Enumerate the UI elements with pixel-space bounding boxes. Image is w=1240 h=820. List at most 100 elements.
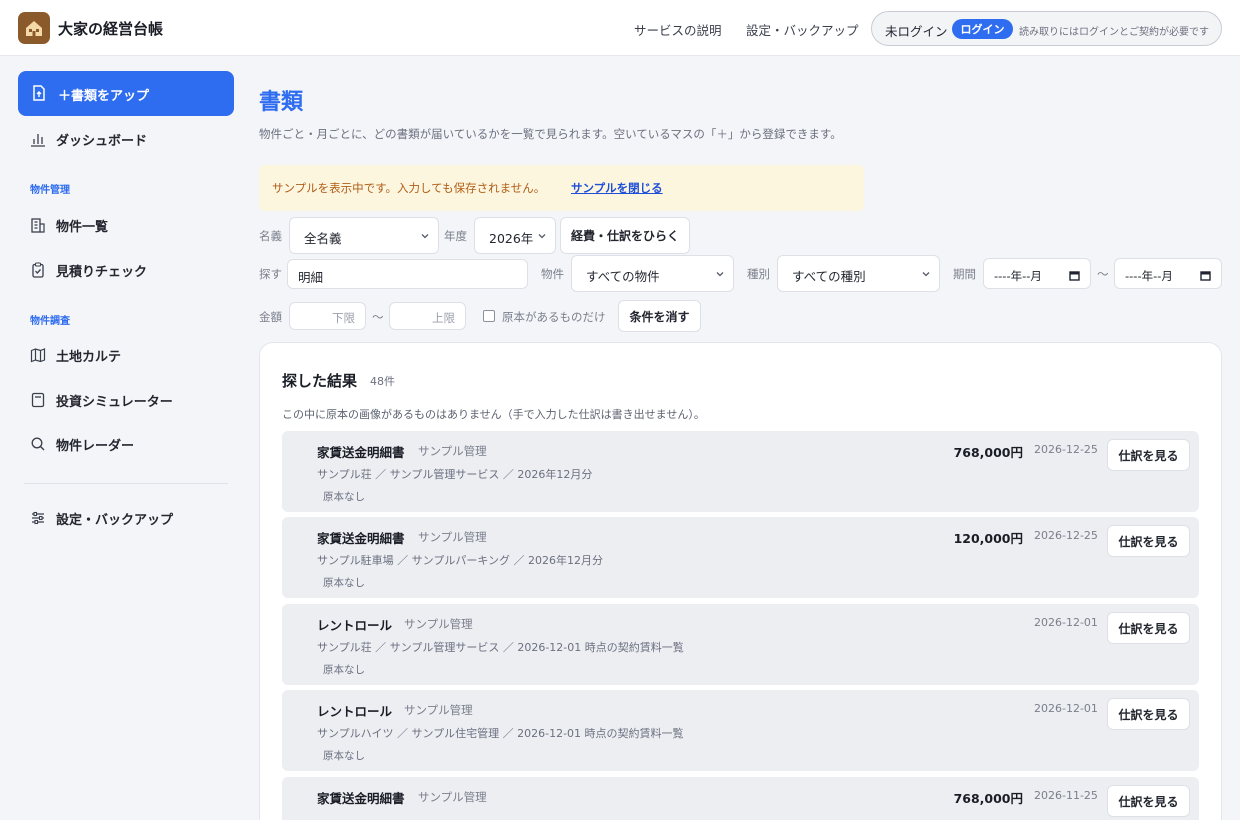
result-row[interactable]: レントロール サンプル管理 サンプル荘 ／ サンプル管理サービス ／ 2026-…: [282, 604, 1199, 685]
sidebar-item-label: 設定・バックアップ: [56, 513, 174, 528]
search-icon: [30, 436, 46, 456]
document-type: 家賃送金明細書: [317, 791, 405, 806]
property-filter-label: 物件: [541, 267, 564, 281]
amount-filter-label: 金額: [259, 310, 282, 324]
original-status: 原本なし: [323, 577, 365, 589]
document-date: 2026-11-25: [1034, 789, 1098, 802]
sidebar-section-property-research: 物件調査: [30, 316, 70, 327]
sidebar-item-property-list[interactable]: 物件一覧: [18, 208, 234, 242]
results-title: 探した結果: [282, 372, 358, 390]
period-from-input[interactable]: ----年--月: [983, 258, 1091, 289]
amount-max-input[interactable]: 上限: [389, 302, 466, 330]
document-type: レントロール: [317, 704, 393, 719]
property-select[interactable]: すべての物件: [571, 255, 734, 292]
period-tilde: 〜: [1097, 267, 1109, 281]
sidebar-item-dashboard[interactable]: ダッシュボード: [18, 122, 234, 156]
bar-chart-icon: [30, 131, 46, 151]
document-detail: サンプル荘 ／ サンプル管理サービス ／ 2026年12月分: [317, 468, 593, 481]
app-header: 大家の経営台帳 サービスの説明 設定・バックアップ 未ログイン ログイン 読み取…: [0, 0, 1240, 56]
sample-notice-banner: サンプルを表示中です。入力しても保存されません。 サンプルを閉じる: [259, 165, 864, 211]
document-type: 家賃送金明細書: [317, 531, 405, 546]
chevron-down-icon: [537, 229, 547, 244]
document-date: 2026-12-25: [1034, 529, 1098, 542]
sidebar-item-label: ダッシュボード: [56, 134, 148, 149]
house-logo-icon[interactable]: [18, 12, 50, 44]
sliders-icon: [30, 510, 46, 530]
original-status: 原本なし: [323, 750, 365, 762]
name-select[interactable]: 全名義: [289, 217, 439, 254]
chevron-down-icon: [420, 229, 430, 244]
amount-min-input[interactable]: 下限: [289, 302, 366, 330]
calculator-icon: [30, 392, 46, 412]
clear-filters-button[interactable]: 条件を消す: [618, 300, 701, 332]
year-select[interactable]: 2026年: [474, 217, 556, 254]
period-to-input[interactable]: ----年--月: [1114, 258, 1222, 289]
sidebar-item-land-record[interactable]: 土地カルテ: [18, 338, 234, 372]
year-filter-label: 年度: [444, 229, 467, 243]
document-issuer: サンプル管理: [404, 617, 473, 631]
period-filter-label: 期間: [953, 267, 976, 281]
page-title: 書類: [259, 90, 304, 115]
amount-tilde: 〜: [372, 310, 384, 324]
search-input[interactable]: 明細: [287, 259, 528, 289]
document-detail: サンプルハイツ ／ サンプル住宅管理 ／ 2026-12-01 時点の契約賃料一…: [317, 727, 684, 740]
sidebar-item-label: 物件一覧: [56, 220, 109, 235]
document-type: 家賃送金明細書: [317, 445, 405, 460]
calendar-icon[interactable]: [1200, 269, 1211, 284]
type-filter-label: 種別: [747, 267, 770, 281]
document-issuer: サンプル管理: [418, 790, 487, 804]
map-icon: [30, 347, 46, 367]
result-row[interactable]: レントロール サンプル管理 サンプルハイツ ／ サンプル住宅管理 ／ 2026-…: [282, 690, 1199, 771]
result-row[interactable]: 家賃送金明細書 サンプル管理 サンプル駐車場 ／ サンプルパーキング ／ 202…: [282, 517, 1199, 598]
type-select-value: すべての種別: [792, 269, 866, 284]
result-row[interactable]: 家賃送金明細書 サンプル管理 768,000円 2026-11-25 仕訳を見る: [282, 777, 1199, 820]
document-amount: 768,000円: [953, 445, 1023, 460]
document-amount: 120,000円: [953, 531, 1023, 546]
upload-file-icon: [32, 85, 46, 105]
chevron-down-icon: [715, 267, 725, 282]
document-detail: サンプル駐車場 ／ サンプルパーキング ／ 2026年12月分: [317, 554, 603, 567]
period-to-value: ----年--月: [1125, 269, 1173, 283]
document-issuer: サンプル管理: [404, 703, 473, 717]
view-journal-button[interactable]: 仕訳を見る: [1107, 439, 1190, 471]
view-journal-button[interactable]: 仕訳を見る: [1107, 698, 1190, 730]
document-issuer: サンプル管理: [418, 530, 487, 544]
building-icon: [30, 217, 46, 237]
sidebar-item-label: 投資シミュレーター: [56, 395, 173, 410]
document-issuer: サンプル管理: [418, 444, 487, 458]
document-date: 2026-12-01: [1034, 616, 1098, 629]
sidebar-item-property-radar[interactable]: 物件レーダー: [18, 427, 234, 461]
period-from-value: ----年--月: [994, 269, 1042, 283]
sidebar-item-investment-simulator[interactable]: 投資シミュレーター: [18, 383, 234, 417]
login-button[interactable]: ログイン: [952, 19, 1013, 39]
login-status-text: 未ログイン: [885, 24, 948, 39]
original-only-checkbox[interactable]: [483, 310, 495, 322]
view-journal-button[interactable]: 仕訳を見る: [1107, 785, 1190, 817]
login-note: 読み取りにはログインとご契約が必要です: [1019, 27, 1209, 38]
nav-settings-backup[interactable]: 設定・バックアップ: [746, 20, 859, 39]
view-journal-button[interactable]: 仕訳を見る: [1107, 612, 1190, 644]
document-date: 2026-12-01: [1034, 702, 1098, 715]
year-select-value: 2026年: [489, 231, 534, 246]
amount-min-placeholder: 下限: [332, 311, 355, 325]
upload-document-label: ＋書類をアップ: [58, 89, 150, 104]
app-title[interactable]: 大家の経営台帳: [58, 18, 163, 39]
type-select[interactable]: すべての種別: [777, 255, 940, 292]
result-row[interactable]: 家賃送金明細書 サンプル管理 サンプル荘 ／ サンプル管理サービス ／ 2026…: [282, 431, 1199, 512]
property-select-value: すべての物件: [586, 269, 660, 284]
upload-document-button[interactable]: ＋書類をアップ: [18, 71, 234, 116]
login-status-pill: 未ログイン ログイン 読み取りにはログインとご契約が必要です: [871, 11, 1222, 46]
original-only-label[interactable]: 原本があるものだけ: [502, 309, 606, 325]
document-detail: サンプル荘 ／ サンプル管理サービス ／ 2026-12-01 時点の契約賃料一…: [317, 641, 684, 654]
original-status: 原本なし: [323, 491, 365, 503]
view-journal-button[interactable]: 仕訳を見る: [1107, 525, 1190, 557]
calendar-icon[interactable]: [1069, 269, 1080, 284]
amount-max-placeholder: 上限: [432, 311, 455, 325]
sidebar-item-estimate-check[interactable]: 見積りチェック: [18, 253, 234, 287]
nav-service-description[interactable]: サービスの説明: [634, 20, 722, 39]
search-label: 探す: [259, 267, 282, 281]
sidebar-item-settings-backup[interactable]: 設定・バックアップ: [18, 501, 234, 535]
close-sample-link[interactable]: サンプルを閉じる: [571, 180, 663, 196]
open-ledger-button[interactable]: 経費・仕訳をひらく: [560, 217, 690, 254]
sidebar-item-label: 土地カルテ: [56, 350, 122, 365]
